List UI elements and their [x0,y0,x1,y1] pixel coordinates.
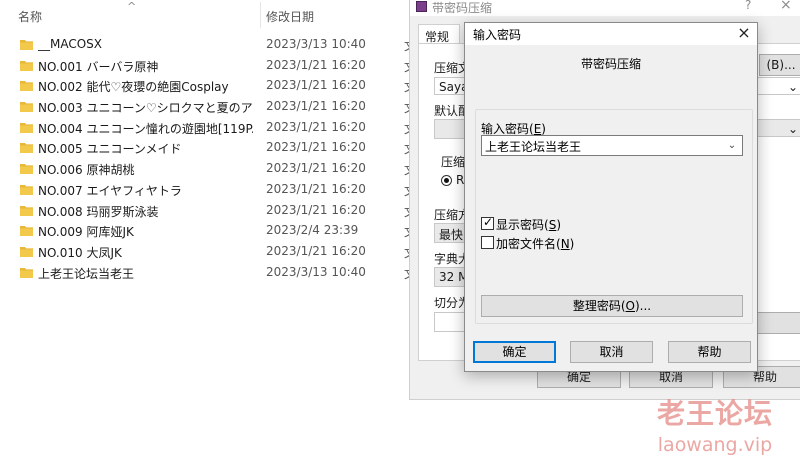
list-item[interactable]: NO.006 原神胡桃2023/1/21 16:20文 [0,159,416,180]
watermark-logo: 老王论坛 laowang.vip [640,392,790,456]
column-divider[interactable] [260,2,261,28]
folder-icon [20,40,33,50]
help-button[interactable]: 帮助 [668,341,751,363]
folder-icon [20,164,33,175]
sort-up-icon: ^ [127,0,137,13]
cancel-button[interactable]: 取消 [570,341,653,363]
file-date: 2023/3/13 10:40 [266,264,366,279]
format-group-label: 压缩 [441,155,466,169]
folder-icon [20,184,33,195]
file-date: 2023/1/21 16:20 [266,78,366,93]
checkmark-icon: ✓ [483,215,494,229]
list-item[interactable]: NO.008 玛丽罗斯泳装2023/1/21 16:20文 [0,201,416,222]
chevron-down-icon: ⌄ [787,80,798,94]
file-date: 2023/1/21 16:20 [266,99,366,114]
checkbox-icon[interactable]: ✓ [481,215,494,230]
close-icon[interactable]: × [780,0,792,13]
file-name: NO.010 大凤JK [38,245,122,260]
file-name: NO.001 バーバラ原神 [38,59,159,74]
help-icon[interactable]: ? [745,0,751,12]
archive-dialog-titlebar: 带密码压缩 ? × [410,0,800,16]
organize-passwords-button[interactable]: 整理密码(O)... [481,295,743,317]
password-dialog-title: 输入密码 [473,28,522,42]
watermark-url: laowang.vip [657,434,773,456]
winrar-icon [416,1,427,12]
watermark-cn: 老王论坛 [656,397,773,430]
list-item[interactable]: NO.003 ユニコーン♡シロクマと夏のア...2023/1/21 16:20文 [0,97,416,118]
list-item[interactable]: NO.002 能代♡夜瓔の絶園Cosplay2023/1/21 16:20文 [0,76,416,97]
file-name: NO.005 ユニコーンメイド [38,142,182,157]
file-name: 上老王论坛当老王 [38,266,135,281]
file-date: 2023/1/21 16:20 [266,140,366,155]
radio-rar[interactable] [441,175,452,186]
password-dialog-heading: 带密码压缩 [580,57,641,71]
file-name: NO.008 玛丽罗斯泳装 [38,204,159,219]
chevron-down-icon: ⌄ [787,122,798,136]
file-name: NO.006 原神胡桃 [38,163,135,178]
tab-general[interactable]: 常规 [418,24,460,44]
folder-icon [20,60,33,71]
column-name-header[interactable]: 名称 [18,8,42,25]
file-date: 2023/2/4 23:39 [266,223,359,238]
list-item[interactable]: NO.004 ユニコーン憧れの遊園地[119P... 2023/1/21 16:2… [0,118,416,139]
file-date: 2023/1/21 16:20 [266,243,366,258]
file-date: 2023/1/21 16:20 [266,57,366,72]
folder-icon [20,226,33,237]
folder-icon [20,143,33,154]
list-item[interactable]: NO.001 バーバラ原神2023/1/21 16:20文 [0,56,416,77]
file-date: 2023/1/21 16:20 [266,119,366,134]
archive-dialog-title: 带密码压缩 [432,1,493,15]
list-item[interactable]: __MACOSX2023/3/13 10:40文 [0,35,416,56]
file-name: NO.003 ユニコーン♡シロクマと夏のア... [38,101,253,116]
password-input[interactable] [481,135,743,156]
list-item[interactable]: NO.005 ユニコーンメイド2023/1/21 16:20文 [0,138,416,159]
folder-icon [20,102,33,113]
close-icon[interactable]: × [733,23,755,42]
list-item[interactable]: 上老王论坛当老王2023/3/13 10:40文 [0,263,416,284]
column-header: 名称 ^ 修改日期 [0,0,410,30]
file-name: NO.009 阿库娅JK [38,225,134,240]
file-date: 2023/3/13 10:40 [266,37,366,51]
list-item[interactable]: NO.009 阿库娅JK2023/2/4 23:39文 [0,221,416,242]
folder-icon [20,205,33,216]
folder-icon [20,246,33,257]
encrypt-filenames-label: 加密文件名(N) [496,237,575,251]
file-date: 2023/1/21 16:20 [266,181,366,196]
password-dialog: 输入密码 × 带密码压缩 输入密码(E) ⌄ ✓ 显示密码(S) 加密文件名(N… [464,22,758,372]
file-date: 2023/1/21 16:20 [266,202,366,217]
folder-icon [20,81,33,92]
screen: 名称 ^ 修改日期 __MACOSX2023/3/13 10:40文NO.001… [0,0,800,460]
file-date: 2023/1/21 16:20 [266,161,366,176]
ok-button[interactable]: 确定 [473,341,556,363]
file-name: __MACOSX [38,37,103,51]
file-name: NO.002 能代♡夜瓔の絶園Cosplay [38,80,229,95]
file-explorer: 名称 ^ 修改日期 __MACOSX2023/3/13 10:40文NO.001… [0,0,416,460]
file-name: NO.007 エイヤフィヤトラ [38,183,182,198]
show-password-label: 显示密码(S) [496,218,561,232]
folder-icon [20,267,33,278]
file-name: NO.004 ユニコーン憧れの遊園地[119P... [38,121,253,136]
checkbox-icon[interactable] [481,236,494,249]
list-item[interactable]: NO.007 エイヤフィヤトラ2023/1/21 16:20文 [0,180,416,201]
browse-button[interactable]: (B)... [759,54,800,76]
folder-icon [20,122,33,133]
file-list: __MACOSX2023/3/13 10:40文NO.001 バーバラ原神202… [0,35,416,284]
list-item[interactable]: NO.010 大凤JK2023/1/21 16:20文 [0,242,416,263]
password-dialog-titlebar: 输入密码 × [465,23,757,45]
column-date-header[interactable]: 修改日期 [266,8,314,25]
